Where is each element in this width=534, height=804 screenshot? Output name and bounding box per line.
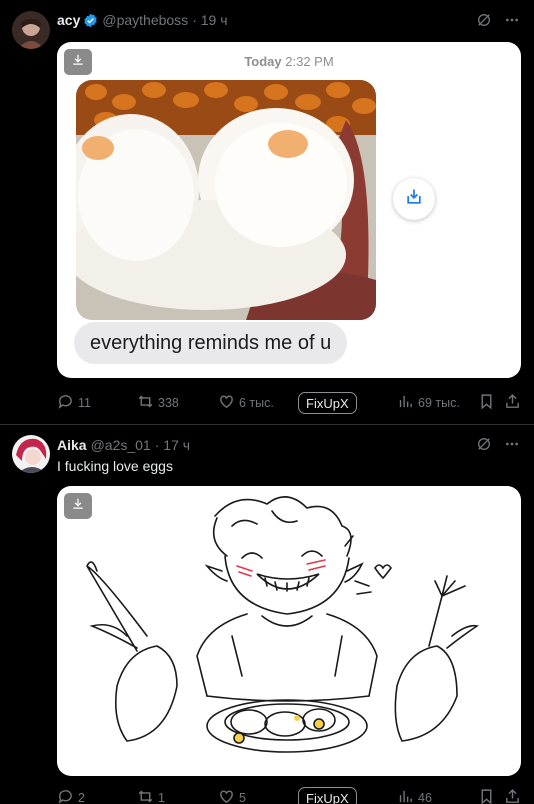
- like-button[interactable]: 5: [218, 787, 246, 804]
- views-button[interactable]: 69 тыс.: [397, 392, 460, 414]
- tweet-top-icons: [476, 436, 520, 452]
- tweet-1[interactable]: acy @paytheboss · 19 ч Today 2:32 PM eve…: [0, 0, 534, 424]
- retweet-count: 1: [158, 791, 165, 804]
- views-icon: [397, 393, 414, 413]
- views-count: 69 тыс.: [418, 396, 460, 410]
- tweet-header: acy @paytheboss · 19 ч: [57, 10, 228, 30]
- bookmark-button[interactable]: [478, 392, 495, 414]
- handle[interactable]: @a2s_01: [91, 437, 151, 453]
- retweet-icon: [137, 393, 154, 413]
- views-icon: [397, 788, 414, 804]
- views-count: 46: [418, 791, 432, 804]
- tweet-2[interactable]: Aika @a2s_01 · 17 ч I fucking love eggs: [0, 425, 534, 804]
- bookmark-button[interactable]: [478, 787, 495, 804]
- reply-button[interactable]: 11: [57, 392, 91, 414]
- tweet-header: Aika @a2s_01 · 17 ч: [57, 435, 190, 455]
- share-button[interactable]: [504, 787, 521, 804]
- fixupx-button[interactable]: FixUpX: [298, 392, 357, 414]
- grok-icon[interactable]: [476, 436, 492, 452]
- grok-icon[interactable]: [476, 12, 492, 28]
- message-bubble: everything reminds me of u: [74, 322, 348, 364]
- fixupx-button[interactable]: FixUpX: [298, 787, 357, 804]
- retweet-button[interactable]: 1: [137, 787, 165, 804]
- tweet-media[interactable]: Today 2:32 PM everything reminds me of u: [57, 42, 521, 378]
- reply-icon: [57, 788, 74, 804]
- message-timestamp: Today 2:32 PM: [57, 54, 521, 69]
- message-bubble-text: everything reminds me of u: [90, 331, 332, 354]
- share-icon: [504, 788, 521, 804]
- bookmark-icon: [478, 393, 495, 413]
- message-day: Today: [244, 54, 282, 69]
- reply-icon: [57, 393, 74, 413]
- share-button[interactable]: [504, 392, 521, 414]
- share-icon: [504, 393, 521, 413]
- reply-count: 11: [78, 396, 91, 410]
- like-icon: [218, 393, 235, 413]
- avatar[interactable]: [12, 11, 50, 49]
- message-time: 2:32 PM: [285, 54, 334, 69]
- verified-badge-icon: [83, 13, 98, 28]
- tweet-actions: 2 1 5 FixUpX 46: [57, 787, 521, 804]
- timestamp[interactable]: · 17 ч: [155, 437, 190, 453]
- retweet-icon: [137, 788, 154, 804]
- like-icon: [218, 788, 235, 804]
- retweet-count: 338: [158, 396, 179, 410]
- tweet-actions: 11 338 6 тыс. FixUpX 69 тыс.: [57, 392, 521, 414]
- like-button[interactable]: 6 тыс.: [218, 392, 274, 414]
- save-button[interactable]: [393, 178, 435, 220]
- avatar[interactable]: [12, 435, 50, 473]
- like-count: 5: [239, 791, 246, 804]
- views-button[interactable]: 46: [397, 787, 432, 804]
- message-photo: [76, 80, 376, 320]
- tweet-text: I fucking love eggs: [57, 458, 173, 474]
- sketch-drawing: [57, 486, 521, 776]
- tweet-media[interactable]: [57, 486, 521, 776]
- reply-button[interactable]: 2: [57, 787, 85, 804]
- bookmark-icon: [478, 788, 495, 804]
- display-name[interactable]: acy: [57, 12, 80, 28]
- more-icon[interactable]: [504, 12, 520, 28]
- tweet-top-icons: [476, 12, 520, 28]
- like-count: 6 тыс.: [239, 396, 274, 410]
- display-name[interactable]: Aika: [57, 437, 87, 453]
- handle[interactable]: @paytheboss: [102, 12, 188, 28]
- more-icon[interactable]: [504, 436, 520, 452]
- timestamp[interactable]: · 19 ч: [192, 12, 227, 28]
- download-icon: [404, 187, 424, 212]
- reply-count: 2: [78, 791, 85, 804]
- retweet-button[interactable]: 338: [137, 392, 179, 414]
